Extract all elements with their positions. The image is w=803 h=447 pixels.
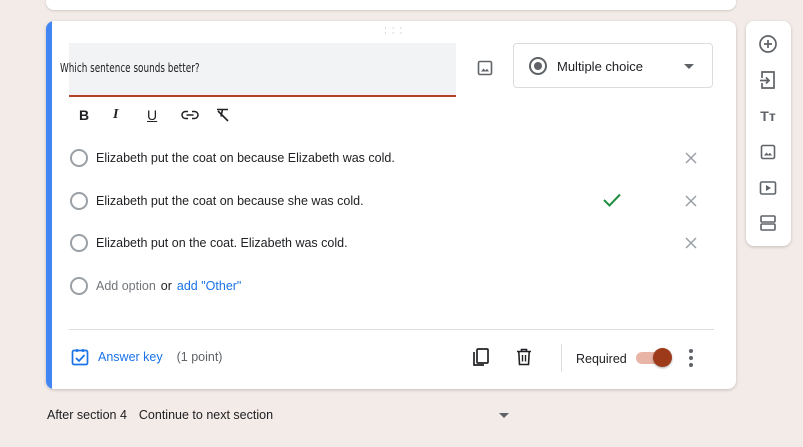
add-section-button[interactable] [757,212,779,234]
add-video-button[interactable] [757,177,779,199]
active-accent-bar [46,21,52,389]
correct-answer-check-icon [603,193,621,207]
delete-icon[interactable] [516,348,532,366]
remove-option-icon[interactable] [683,193,699,209]
after-section-select[interactable]: Continue to next section [139,408,273,422]
points-value: (1 point) [176,350,223,364]
add-section-icon [760,215,776,231]
answer-key-label: Answer key [98,350,163,364]
previous-question-card [46,0,736,10]
radio-button-icon [70,149,88,167]
add-question-button[interactable] [757,33,779,55]
import-questions-icon [760,71,775,89]
option-row[interactable]: Elizabeth put on the coat. Elizabeth was… [70,233,348,253]
option-row[interactable]: Elizabeth put the coat on because Elizab… [70,148,395,168]
add-image-icon [760,144,776,160]
link-button[interactable] [181,105,215,125]
link-icon [181,110,199,120]
question-type-dropdown[interactable]: Multiple choice [513,43,713,88]
italic-button[interactable]: I [113,105,147,125]
clear-formatting-icon [217,108,229,122]
add-title-icon: Tт [760,108,776,124]
dropdown-arrow-icon [684,64,694,69]
chevron-down-icon[interactable] [499,413,509,418]
floating-toolbar: Tт [746,21,791,246]
option-text[interactable]: Elizabeth put the coat on because she wa… [96,194,364,208]
radio-button-icon [70,192,88,210]
add-other-link[interactable]: add "Other" [177,279,241,293]
drag-handle-icon[interactable]: · · · · · · [384,25,403,39]
add-video-icon [759,181,777,195]
add-image-button[interactable] [474,57,496,79]
footer-separator [561,344,562,372]
add-image-side-button[interactable] [757,141,779,163]
after-section-label: After section 4 [47,408,127,422]
remove-option-icon[interactable] [683,150,699,166]
answer-key-button[interactable]: Answer key (1 point) [71,348,222,366]
add-option-or: or [160,279,172,293]
answer-key-icon [71,349,89,366]
bold-button[interactable]: B [79,105,113,125]
toggle-knob [653,348,672,367]
question-title-text[interactable]: Which sentence sounds better? [60,61,200,75]
add-option-row: Add option or add "Other" [70,277,241,295]
more-options-icon[interactable] [688,349,694,367]
radio-button-icon [70,277,88,295]
add-option-button[interactable]: Add option [96,279,156,293]
formatting-toolbar: B I U [79,105,249,125]
option-row[interactable]: Elizabeth put the coat on because she wa… [70,191,364,211]
add-title-button[interactable]: Tт [757,105,779,127]
option-text[interactable]: Elizabeth put the coat on because Elizab… [96,151,395,165]
radio-button-icon [529,57,547,75]
required-toggle[interactable] [636,348,672,367]
remove-option-icon[interactable] [683,235,699,251]
required-label: Required [576,352,627,366]
add-question-icon [759,35,777,53]
option-text[interactable]: Elizabeth put on the coat. Elizabeth was… [96,236,348,250]
clear-formatting-button[interactable] [215,105,249,125]
question-type-label: Multiple choice [557,59,643,74]
question-card[interactable]: · · · · · · Which sentence sounds better?… [46,21,736,389]
underline-button[interactable]: U [147,105,181,125]
after-section-navigation: After section 4 Continue to next section [47,408,273,422]
radio-button-icon [70,234,88,252]
image-icon [477,60,493,76]
import-questions-button[interactable] [757,69,779,91]
duplicate-icon[interactable] [471,347,491,367]
footer-divider [69,329,714,330]
